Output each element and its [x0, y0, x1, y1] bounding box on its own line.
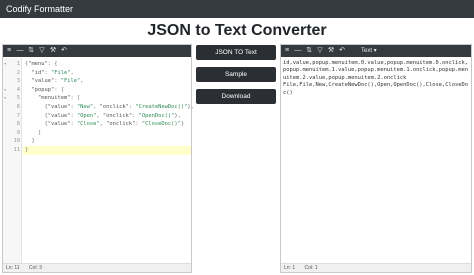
filter-icon[interactable]: ▽ [316, 45, 324, 57]
repair-icon[interactable]: ⚒ [327, 45, 335, 57]
output-text[interactable]: id,value,popup.menuitem.0.value,popup.me… [283, 60, 469, 97]
output-toolbar: ≡ — ⇅ ▽ ⚒ ↶ Text ▾ [281, 45, 471, 57]
code-line[interactable]: "value": "File", [25, 77, 84, 86]
output-format-dropdown[interactable]: Text ▾ [361, 45, 377, 57]
compact-icon[interactable]: — [294, 45, 302, 57]
line-number: 7 [16, 112, 20, 119]
code-line[interactable]: "menuitem": [ [25, 94, 80, 103]
code-line[interactable]: {"value": "New", "onclick": "CreateNewDo… [25, 103, 193, 112]
repair-icon[interactable]: ⚒ [49, 45, 57, 57]
cursor-col: Col: 3 [28, 265, 42, 271]
code-line[interactable]: ] [25, 129, 41, 138]
sample-button[interactable]: Sample [196, 67, 276, 82]
format-icon[interactable]: ≡ [283, 45, 291, 57]
code-line[interactable]: "id": "File", [25, 69, 74, 78]
undo-icon[interactable]: ↶ [60, 45, 68, 57]
input-code-area[interactable]: 1 ▾ 2 3 4 ▾ 5 ▾ 6 7 8 9 10 11 {"menu": { "id": "File"… [3, 58, 194, 263]
code-line[interactable]: {"menu": { [25, 60, 57, 69]
line-number: 11 [13, 147, 21, 153]
line-number: 3 [16, 78, 20, 85]
output-statusbar: Ln: 1 Col: 1 [281, 263, 471, 272]
text-output-editor[interactable]: ≡ — ⇅ ▽ ⚒ ↶ Text ▾ id,value,popup.menuit… [280, 44, 472, 273]
fold-toggle-icon[interactable]: ▾ [4, 86, 6, 95]
app-brand[interactable]: Codify Formatter [6, 4, 73, 14]
line-number: 2 [16, 69, 20, 76]
cursor-line: Ln: 1 [284, 265, 296, 271]
convert-button[interactable]: JSON TO Text [196, 45, 276, 60]
compact-icon[interactable]: — [16, 45, 24, 57]
format-icon[interactable]: ≡ [5, 45, 13, 57]
cursor-col: Col: 1 [304, 265, 318, 271]
fold-toggle-icon[interactable]: ▾ [4, 94, 6, 103]
filter-icon[interactable]: ▽ [38, 45, 46, 57]
line-number: 8 [16, 121, 20, 128]
input-toolbar: ≡ — ⇅ ▽ ⚒ ↶ [3, 45, 191, 57]
code-line[interactable]: {"value": "Close", "onclick": "CloseDoc(… [25, 120, 184, 129]
code-line[interactable]: } [25, 137, 34, 146]
cursor-line: Ln: 11 [6, 265, 20, 271]
line-number: 10 [13, 138, 21, 145]
input-statusbar: Ln: 11 Col: 3 [3, 263, 191, 272]
code-line[interactable]: {"value": "Open", "onclick": "OpenDoc()"… [25, 112, 180, 121]
output-code-area[interactable]: id,value,popup.menuitem.0.value,popup.me… [281, 58, 471, 263]
sort-icon[interactable]: ⇅ [305, 45, 313, 57]
line-gutter: 1 ▾ 2 3 4 ▾ 5 ▾ 6 7 8 9 10 11 [3, 58, 22, 263]
app-header: Codify Formatter [0, 0, 474, 18]
fold-toggle-icon[interactable]: ▾ [4, 60, 6, 69]
code-line[interactable]: } [23, 146, 191, 155]
line-number: 9 [16, 129, 20, 136]
download-button[interactable]: Download [196, 89, 276, 104]
undo-icon[interactable]: ↶ [338, 45, 346, 57]
line-number: 6 [16, 104, 20, 110]
page-title: JSON to Text Converter [147, 22, 327, 39]
code-line[interactable]: "popup": { [25, 86, 64, 95]
sort-icon[interactable]: ⇅ [27, 45, 35, 57]
json-input-editor[interactable]: ≡ — ⇅ ▽ ⚒ ↶ 1 ▾ 2 3 4 ▾ 5 ▾ 6 7 8 9 10 11 {"menu": { … [2, 44, 194, 273]
